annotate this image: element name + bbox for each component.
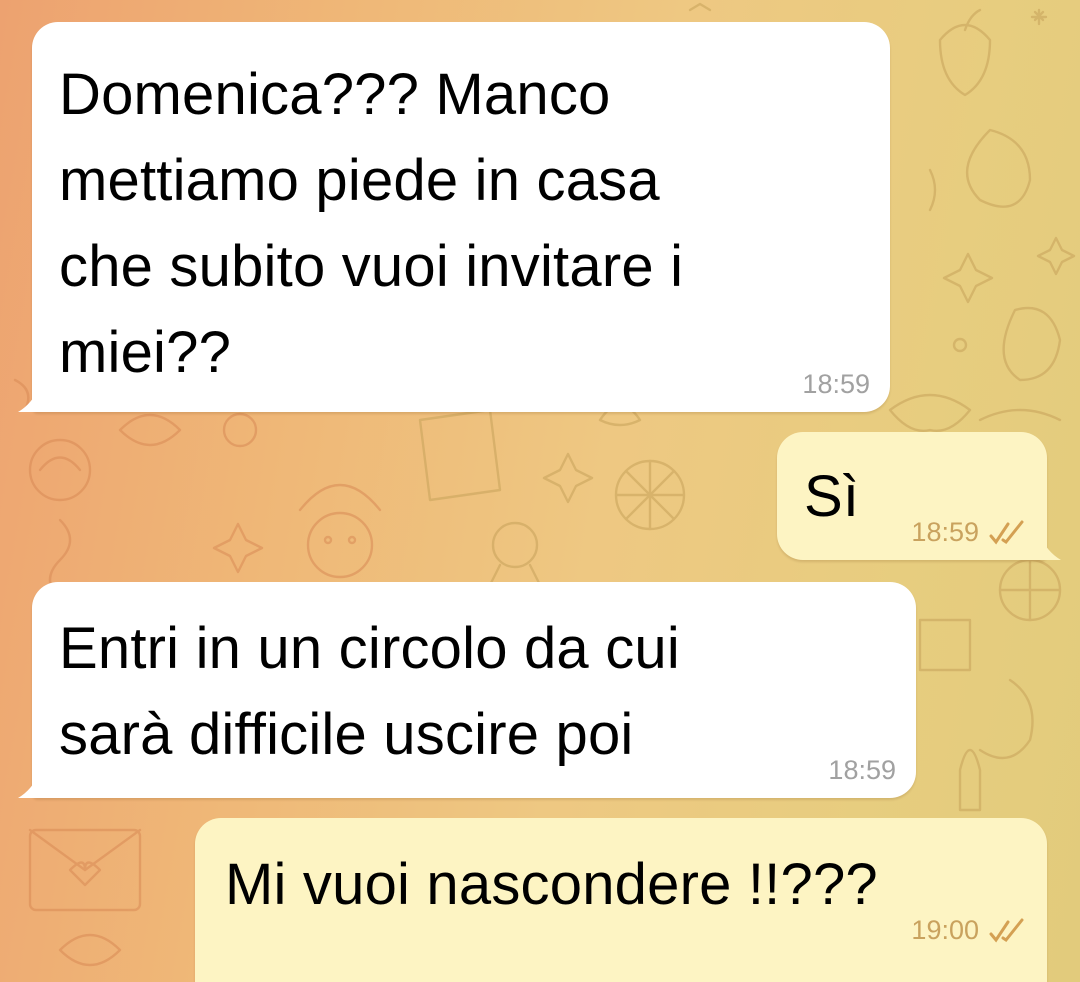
message-time: 18:59 — [911, 517, 979, 547]
message-bubble-outgoing[interactable]: Sì 18:59 — [777, 432, 1061, 560]
chat-background: Domenica??? Manco mettiamo piede in casa… — [0, 0, 1080, 982]
message-time: 18:59 — [828, 755, 896, 785]
message-text: Mi vuoi nascondere !!??? — [225, 852, 878, 917]
message-bubble-outgoing[interactable]: Mi vuoi nascondere !!??? 19:00 — [195, 818, 1047, 982]
message-meta: 18:59 — [828, 755, 896, 786]
message-time: 19:00 — [911, 915, 979, 945]
message-time: 18:59 — [802, 369, 870, 399]
double-check-icon — [989, 918, 1024, 943]
message-meta: 18:59 — [802, 369, 870, 400]
message-meta: 18:59 — [911, 517, 1027, 548]
message-meta: 19:00 — [911, 915, 1027, 946]
message-text: Sì — [804, 464, 860, 529]
message-bubble-incoming[interactable]: Domenica??? Manco mettiamo piede in casa… — [18, 22, 890, 412]
message-text: Domenica??? Manco mettiamo piede in casa… — [59, 62, 684, 385]
double-check-icon — [989, 520, 1024, 545]
bubble-tail — [18, 386, 40, 412]
bubble-tail — [18, 772, 40, 798]
message-bubble-incoming[interactable]: Entri in un circolo da cui sarà difficil… — [18, 582, 916, 798]
message-text: Entri in un circolo da cui sarà difficil… — [59, 616, 680, 767]
bubble-tail — [1039, 534, 1061, 560]
